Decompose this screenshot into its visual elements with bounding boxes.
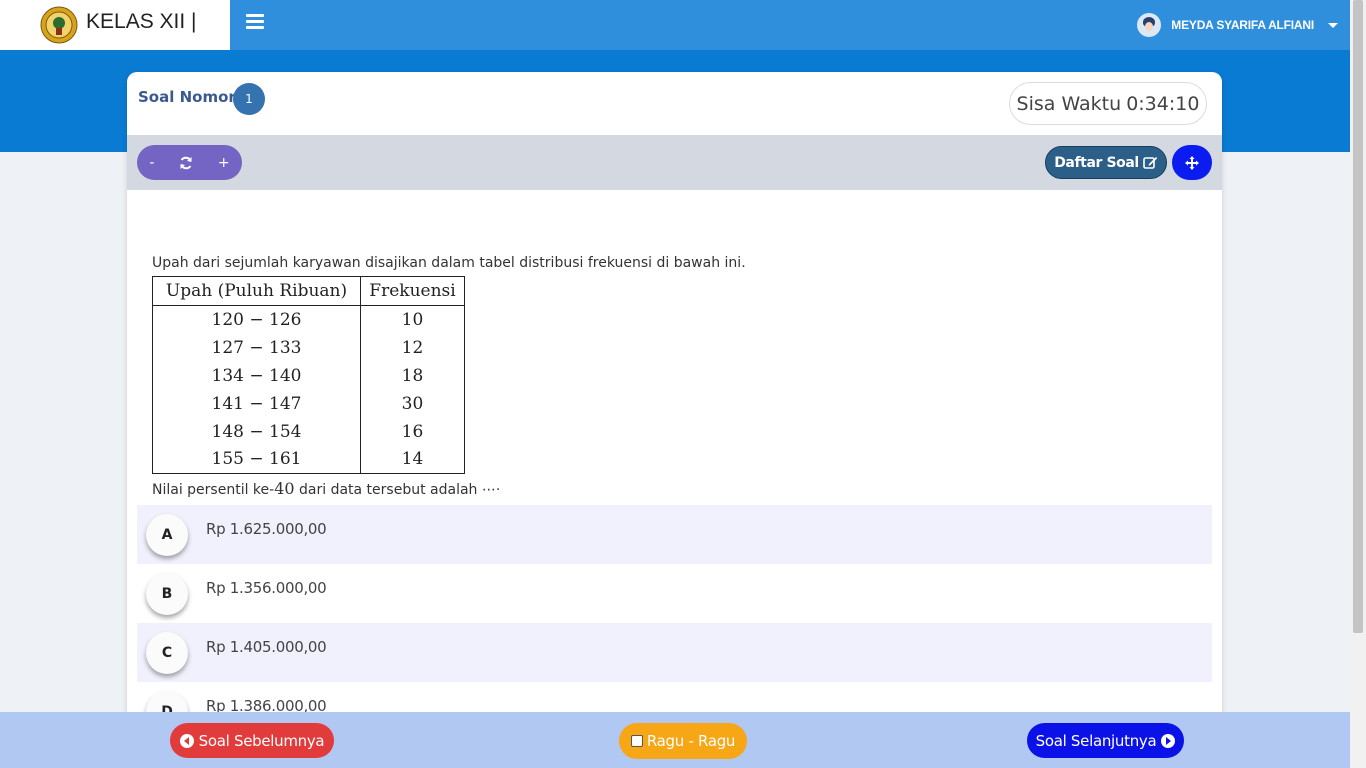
table-cell-upah: 127 − 133 — [152, 333, 361, 362]
prompt-value: 40 — [274, 479, 295, 498]
timer-label: Sisa Waktu — [1016, 92, 1122, 115]
edit-icon — [1143, 157, 1158, 169]
table-row: 148 − 154 16 — [152, 417, 465, 446]
user-name: MEYDA SYARIFA ALFIANI — [1171, 18, 1314, 32]
arrows-move-icon — [1185, 155, 1199, 170]
next-label: Soal Selanjutnya — [1035, 731, 1157, 750]
table-header-row: Upah (Puluh Ribuan) Frekuensi — [152, 276, 465, 306]
caret-down-icon — [1328, 22, 1338, 28]
table-cell-upah: 134 − 140 — [152, 361, 361, 390]
ragu-label: Ragu - Ragu — [646, 732, 736, 750]
table-cell-frekuensi: 30 — [360, 389, 465, 418]
previous-question-button[interactable]: Soal Sebelumnya — [170, 723, 334, 758]
hamburger-menu-icon[interactable] — [246, 14, 264, 32]
user-menu[interactable]: MEYDA SYARIFA ALFIANI — [1137, 0, 1350, 50]
table-header-upah: Upah (Puluh Ribuan) — [152, 276, 361, 306]
daftar-soal-label: Daftar Soal — [1054, 154, 1139, 171]
zoom-out-button[interactable]: - — [149, 155, 154, 171]
soal-number-badge: 1 — [233, 83, 265, 115]
scrollbar-thumb[interactable] — [1353, 0, 1363, 633]
brand: KELAS XII | — [0, 0, 230, 50]
table-cell-upah: 120 − 126 — [152, 305, 361, 334]
move-button[interactable] — [1172, 145, 1212, 180]
daftar-soal-button[interactable]: Daftar Soal — [1045, 146, 1167, 179]
brand-title: KELAS XII | — [86, 10, 197, 33]
question-card: Soal Nomor 1 Sisa Waktu 0:34:10 - + Daft… — [127, 72, 1222, 768]
option-a[interactable]: A Rp 1.625.000,00 — [137, 505, 1212, 564]
refresh-icon[interactable] — [179, 156, 193, 170]
option-c[interactable]: C Rp 1.405.000,00 — [137, 623, 1212, 682]
page-scrollbar[interactable] — [1350, 0, 1366, 768]
question-prompt: Nilai persentil ke-40 dari data tersebut… — [152, 479, 500, 498]
next-question-button[interactable]: Soal Selanjutnya — [1027, 723, 1184, 758]
avatar — [1137, 13, 1162, 37]
table-row: 120 − 126 10 — [152, 305, 465, 334]
bottom-navigation: Soal Sebelumnya Ragu - Ragu Soal Selanju… — [0, 712, 1350, 768]
font-zoom-group: - + — [137, 145, 242, 180]
option-b[interactable]: B Rp 1.356.000,00 — [137, 564, 1212, 623]
option-text[interactable]: Rp 1.356.000,00 — [206, 579, 327, 597]
option-text[interactable]: Rp 1.405.000,00 — [206, 638, 327, 656]
table-cell-upah: 141 − 147 — [152, 389, 361, 418]
option-text[interactable]: Rp 1.625.000,00 — [206, 520, 327, 538]
table-cell-upah: 155 − 161 — [152, 445, 361, 474]
ragu-checkbox[interactable] — [630, 735, 643, 747]
timer: Sisa Waktu 0:34:10 — [1009, 82, 1207, 125]
previous-label: Soal Sebelumnya — [198, 731, 325, 750]
prompt-after: dari data tersebut adalah ⋯⋅ — [294, 482, 501, 498]
table-row: 127 − 133 12 — [152, 333, 465, 362]
table-cell-frekuensi: 18 — [360, 361, 465, 390]
card-header: Soal Nomor 1 Sisa Waktu 0:34:10 — [127, 72, 1222, 135]
option-letter[interactable]: C — [146, 632, 188, 674]
table-cell-frekuensi: 16 — [360, 417, 465, 446]
option-letter[interactable]: A — [146, 514, 188, 556]
table-cell-frekuensi: 14 — [360, 445, 465, 474]
table-header-frekuensi: Frekuensi — [360, 276, 465, 306]
option-letter[interactable]: B — [146, 573, 188, 615]
top-navbar: KELAS XII | MEYDA SYARIFA ALFIANI — [0, 0, 1350, 50]
ragu-ragu-button[interactable]: Ragu - Ragu — [619, 723, 747, 759]
table-cell-frekuensi: 12 — [360, 333, 465, 362]
table-row: 155 − 161 14 — [152, 445, 465, 474]
table-cell-frekuensi: 10 — [360, 305, 465, 334]
question-intro: Upah dari sejumlah karyawan disajikan da… — [152, 255, 746, 271]
timer-value: 0:34:10 — [1126, 92, 1200, 115]
prompt-before: Nilai persentil ke- — [152, 482, 275, 498]
question-toolbar: - + Daftar Soal — [127, 135, 1222, 190]
chevron-left-icon — [179, 733, 194, 748]
school-logo-icon — [40, 6, 78, 44]
soal-label: Soal Nomor — [138, 88, 236, 106]
table-row: 134 − 140 18 — [152, 361, 465, 390]
table-row: 141 − 147 30 — [152, 389, 465, 418]
frequency-table: Upah (Puluh Ribuan) Frekuensi 120 − 126 1… — [152, 276, 465, 474]
chevron-right-icon — [1161, 733, 1176, 748]
zoom-in-button[interactable]: + — [218, 155, 230, 171]
table-cell-upah: 148 − 154 — [152, 417, 361, 446]
